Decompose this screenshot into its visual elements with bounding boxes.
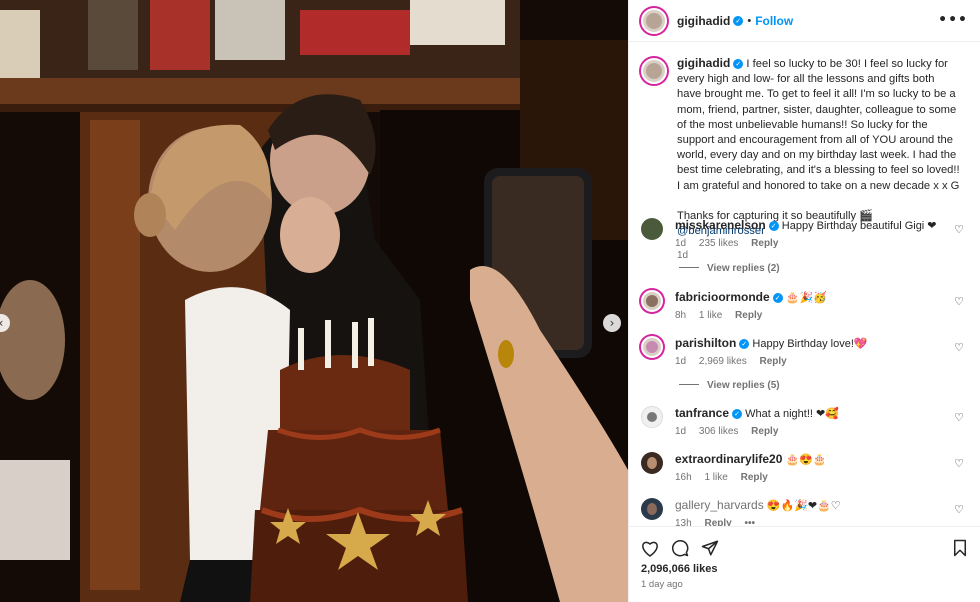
caption-username[interactable]: gigihadid	[677, 56, 730, 70]
comment-item: tanfrance ✓ What a night!! ❤🥰 1d 306 like…	[641, 406, 968, 439]
comment-likes[interactable]: 235 likes	[699, 238, 738, 249]
heart-icon[interactable]	[641, 540, 659, 557]
comment-heart-icon[interactable]: ♡	[954, 457, 964, 470]
comment-likes[interactable]: 306 likes	[699, 426, 738, 437]
post-timestamp: 1 day ago	[641, 579, 683, 590]
reply-button[interactable]: Reply	[751, 426, 778, 437]
commenter-avatar[interactable]	[641, 336, 663, 358]
comment-item: misskarenelson ✓ Happy Birthday beautiful…	[641, 218, 968, 251]
comment-item: fabricioormonde ✓ 🎂🎉🥳 8h 1 like Reply ♡	[641, 290, 968, 323]
reply-button[interactable]: Reply	[735, 310, 762, 321]
likes-count[interactable]: 2,096,066 likes	[641, 563, 968, 575]
bookmark-icon[interactable]	[952, 539, 968, 557]
reply-button[interactable]: Reply	[741, 472, 768, 483]
comments-list[interactable]: gigihadid ✓ I feel so lucky to be 30! I f…	[629, 42, 980, 526]
comment-username[interactable]: parishilton	[675, 336, 736, 350]
comment-item: parishilton ✓ Happy Birthday love!💖 1d 2,…	[641, 336, 968, 369]
commenter-avatar[interactable]	[641, 498, 663, 520]
comment-username[interactable]: fabricioormonde	[675, 290, 770, 304]
comment-more-options-icon[interactable]: •••	[744, 518, 755, 526]
action-bar	[641, 533, 968, 563]
photo-scene	[0, 0, 628, 602]
commenter-avatar[interactable]	[641, 218, 663, 240]
comment-time: 1d	[675, 426, 687, 437]
caption-avatar[interactable]	[641, 58, 667, 84]
comment-heart-icon[interactable]: ♡	[954, 411, 964, 424]
commenter-avatar[interactable]	[641, 406, 663, 428]
comment-time: 13h	[675, 518, 692, 526]
comment-time: 16h	[675, 472, 692, 483]
view-replies-button[interactable]: View replies (5)	[679, 380, 780, 391]
verified-badge-icon: ✓	[772, 293, 783, 303]
commenter-avatar[interactable]	[641, 290, 663, 312]
commenter-avatar[interactable]	[641, 452, 663, 474]
chevron-right-icon[interactable]: ›	[603, 314, 621, 332]
comment-heart-icon[interactable]: ♡	[954, 295, 964, 308]
comment-likes[interactable]: 1 like	[699, 310, 722, 321]
comment-text: Happy Birthday beautiful Gigi ❤	[781, 220, 937, 232]
verified-badge-icon: ✓	[732, 409, 743, 419]
comment-item: extraordinarylife20 🎂😍🎂 16h 1 like Reply…	[641, 452, 968, 485]
comment-heart-icon[interactable]: ♡	[954, 503, 964, 516]
separator-dot: •	[747, 14, 752, 27]
comment-time: 1d	[675, 238, 687, 249]
author-username[interactable]: gigihadid	[677, 14, 730, 28]
comment-username[interactable]: extraordinarylife20	[675, 452, 782, 466]
verified-badge-icon: ✓	[739, 339, 750, 349]
post-photo[interactable]: ‹ ›	[0, 0, 628, 602]
post-footer: 2,096,066 likes 1 day ago	[629, 526, 980, 602]
comment-text: 😍🔥🎉❤🎂♡	[766, 500, 841, 512]
post-panel: gigihadid ✓ • Follow ••• gigihadid ✓ I fe…	[628, 0, 980, 602]
verified-badge-icon: ✓	[733, 59, 744, 69]
reply-button[interactable]: Reply	[704, 518, 731, 526]
comment-username[interactable]: tanfrance	[675, 406, 729, 420]
author-avatar[interactable]	[641, 7, 667, 34]
verified-badge-icon: ✓	[768, 221, 779, 231]
comment-heart-icon[interactable]: ♡	[954, 341, 964, 354]
reply-button[interactable]: Reply	[751, 238, 778, 249]
caption-text: I feel so lucky to be 30! I feel so luck…	[677, 58, 960, 192]
comment-text: 🎂😍🎂	[785, 454, 827, 466]
comment-heart-icon[interactable]: ♡	[954, 223, 964, 236]
comment-time: 8h	[675, 310, 687, 321]
comment-username[interactable]: misskarenelson	[675, 218, 766, 232]
verified-badge-icon: ✓	[733, 15, 744, 26]
reply-button[interactable]: Reply	[760, 356, 787, 367]
more-options-icon[interactable]: •••	[938, 12, 968, 28]
view-replies-button[interactable]: View replies (2)	[679, 263, 780, 274]
share-icon[interactable]	[701, 539, 719, 557]
comment-time: 1d	[675, 356, 687, 367]
post-header: gigihadid ✓ • Follow •••	[629, 0, 980, 42]
comment-text: Happy Birthday love!💖	[752, 338, 868, 350]
follow-button[interactable]: Follow	[755, 14, 793, 28]
comment-likes[interactable]: 2,969 likes	[699, 356, 747, 367]
comment-likes[interactable]: 1 like	[704, 472, 727, 483]
comment-username[interactable]: gallery_harvards	[675, 498, 764, 512]
comment-text: 🎂🎉🥳	[785, 292, 827, 304]
comment-icon[interactable]	[671, 539, 689, 557]
comment-item: gallery_harvards 😍🔥🎉❤🎂♡ 13h Reply ••• ♡	[641, 498, 968, 526]
comment-text: What a night!! ❤🥰	[745, 408, 839, 420]
